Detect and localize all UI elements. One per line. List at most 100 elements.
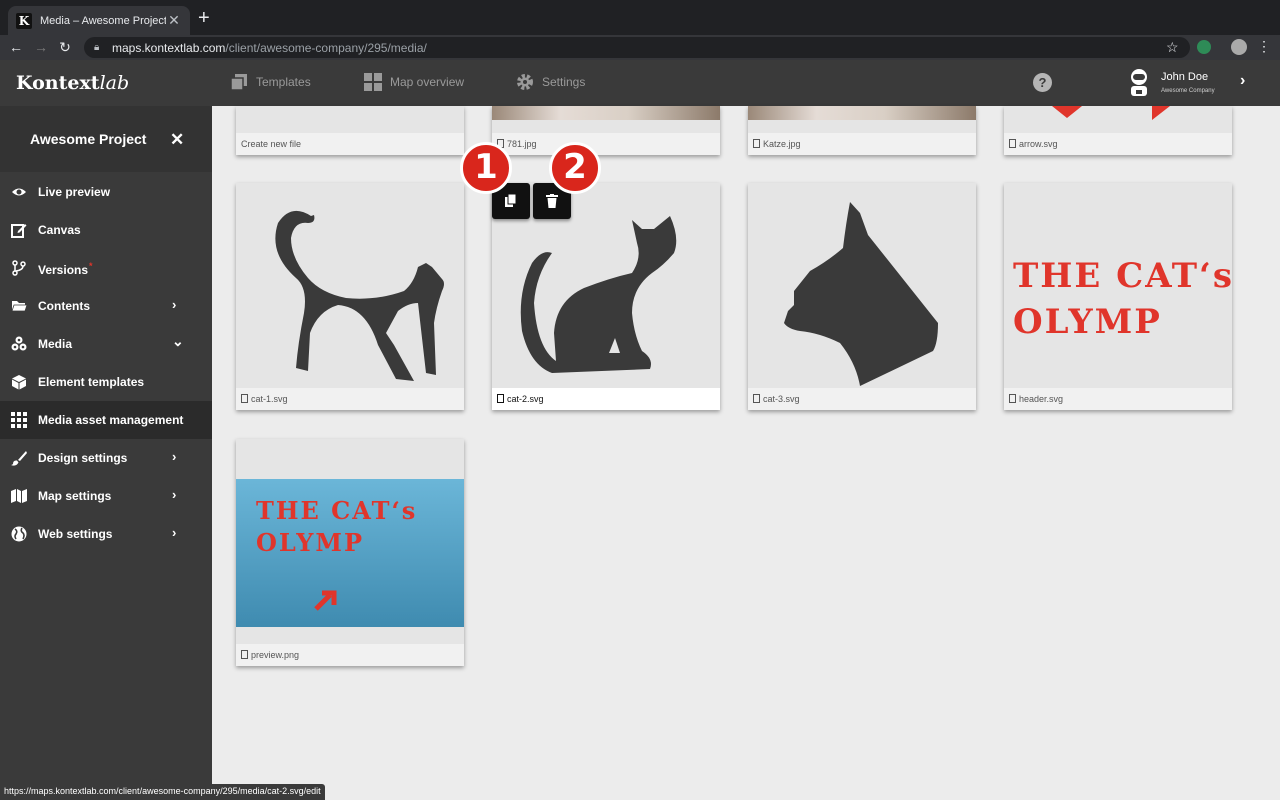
media-card-caption: Katze.jpg: [748, 133, 976, 155]
logo-accent: lab: [99, 72, 130, 94]
file-icon: [241, 394, 248, 403]
sidebar-item-label: Design settings: [38, 451, 128, 465]
trash-icon: [546, 194, 558, 208]
nav-settings-label: Settings: [542, 75, 586, 89]
sidebar-item-web-settings[interactable]: Web settings ›: [0, 515, 212, 553]
sidebar-item-element-templates[interactable]: Element templates: [0, 363, 212, 401]
media-card[interactable]: cat-1.svg: [236, 183, 464, 410]
file-name: arrow.svg: [1019, 139, 1058, 149]
header-art-line-2: OLYMP: [1013, 302, 1162, 342]
eye-icon: [12, 188, 26, 196]
file-name: header.svg: [1019, 394, 1064, 404]
chevron-right-icon: ›: [172, 449, 177, 464]
media-card-caption: header.svg: [1004, 388, 1232, 410]
chevron-right-icon: ›: [172, 297, 177, 312]
media-thumb: [236, 183, 464, 388]
close-project-icon[interactable]: ✕: [170, 130, 184, 150]
media-icon: [11, 336, 27, 351]
chevron-down-icon: ⌄: [172, 333, 184, 349]
folder-icon: [11, 301, 27, 312]
user-menu-chevron-icon[interactable]: ›: [1240, 72, 1245, 90]
nav-settings[interactable]: Settings: [516, 73, 585, 91]
media-thumb: [1004, 106, 1232, 133]
media-thumb: [236, 106, 464, 133]
sidebar-item-media[interactable]: Media ⌄: [0, 325, 212, 363]
sidebar-item-label-text: Versions: [38, 263, 89, 277]
sidebar-item-label: Versions*: [38, 261, 93, 277]
sidebar-item-versions[interactable]: Versions*: [0, 249, 212, 287]
browser-menu-icon[interactable]: ⋮: [1257, 38, 1271, 55]
nav-map-overview[interactable]: Map overview: [364, 73, 464, 91]
reload-icon[interactable]: ↻: [56, 38, 74, 56]
annotation-badge-1: 1: [460, 142, 512, 194]
sidebar-item-label: Web settings: [38, 527, 113, 541]
back-icon[interactable]: ←: [7, 38, 25, 56]
file-name: Katze.jpg: [763, 139, 801, 149]
media-card-caption: Create new file: [236, 133, 464, 155]
edit-icon: [11, 224, 27, 238]
sidebar-item-live-preview[interactable]: Live preview: [0, 173, 212, 211]
media-card[interactable]: arrow.svg: [1004, 106, 1232, 155]
grid-icon: [364, 73, 382, 91]
file-icon: [753, 394, 760, 403]
forward-icon[interactable]: →: [32, 38, 50, 56]
media-card-caption: cat-1.svg: [236, 388, 464, 410]
sidebar: Awesome Project ✕ Live preview Canvas Ve…: [0, 106, 212, 800]
media-card[interactable]: 781.jpg: [492, 106, 720, 155]
media-card-caption: preview.png: [236, 644, 464, 666]
new-tab-icon[interactable]: +: [198, 8, 210, 28]
nav-templates[interactable]: Templates: [230, 73, 311, 91]
media-card[interactable]: cat-3.svg: [748, 183, 976, 410]
header-art: THE CAT‘s OLYMP: [1013, 253, 1232, 345]
tab-close-icon[interactable]: ✕: [166, 12, 182, 29]
link-status-bar: https://maps.kontextlab.com/client/aweso…: [0, 784, 325, 800]
browser-tab[interactable]: K Media – Awesome Project ✕: [8, 6, 190, 35]
media-thumb: [748, 183, 976, 388]
file-icon: [241, 650, 248, 659]
gear-icon: [517, 74, 533, 90]
extension-icon[interactable]: [1197, 40, 1211, 54]
profile-icon[interactable]: [1231, 39, 1247, 55]
browser-toolbar: ← → ↻ 🔒︎ maps.kontextlab.com/client/awes…: [0, 35, 1280, 60]
avatar[interactable]: [1126, 68, 1152, 98]
sidebar-item-map-settings[interactable]: Map settings ›: [0, 477, 212, 515]
media-thumb: THE CAT‘s OLYMP: [1004, 183, 1232, 388]
media-thumb: [748, 106, 976, 133]
file-name: 781.jpg: [507, 139, 537, 149]
favicon: K: [16, 12, 32, 29]
chevron-right-icon: ›: [172, 487, 177, 502]
url-path: /client/awesome-company/295/media/: [225, 40, 427, 55]
preview-image: THE CAT‘s OLYMP: [236, 479, 464, 627]
media-card[interactable]: THE CAT‘s OLYMP preview.png: [236, 439, 464, 666]
bookmark-star-icon[interactable]: ☆: [1166, 39, 1179, 56]
user-name: John Doe: [1161, 71, 1209, 83]
media-card[interactable]: Katze.jpg: [748, 106, 976, 155]
media-card-create-new[interactable]: Create new file: [236, 106, 464, 155]
user-company: Awesome Company: [1161, 88, 1215, 94]
file-name: cat-2.svg: [507, 394, 544, 404]
sidebar-item-contents[interactable]: Contents ›: [0, 287, 212, 325]
preview-art-line-1: THE CAT‘s: [256, 496, 418, 525]
sidebar-item-canvas[interactable]: Canvas: [0, 211, 212, 249]
browser-tab-strip: K Media – Awesome Project ✕ +: [0, 0, 1280, 35]
project-header: Awesome Project ✕: [0, 106, 212, 172]
help-icon[interactable]: ?: [1033, 73, 1052, 92]
cube-icon: [12, 375, 26, 390]
sidebar-item-label: Element templates: [38, 375, 145, 389]
logo[interactable]: Kontextlab: [16, 72, 129, 94]
nav-map-overview-label: Map overview: [390, 75, 465, 89]
media-thumb: THE CAT‘s OLYMP: [236, 439, 464, 644]
url-bar[interactable]: 🔒︎ maps.kontextlab.com/client/awesome-co…: [84, 37, 1190, 58]
annotation-badge-2: 2: [549, 142, 601, 194]
sidebar-item-label: Contents: [38, 299, 90, 313]
media-card[interactable]: THE CAT‘s OLYMP header.svg: [1004, 183, 1232, 410]
nav-templates-label: Templates: [256, 75, 311, 89]
sidebar-item-media-asset-management[interactable]: Media asset management: [0, 401, 212, 439]
lock-icon: 🔒︎: [94, 42, 100, 53]
apps-grid-icon: [11, 412, 27, 428]
sidebar-item-design-settings[interactable]: Design settings ›: [0, 439, 212, 477]
file-icon: [1009, 139, 1016, 148]
cat-walking-preview: [275, 210, 444, 381]
chevron-right-icon: ›: [172, 525, 177, 540]
brush-icon: [11, 451, 27, 466]
